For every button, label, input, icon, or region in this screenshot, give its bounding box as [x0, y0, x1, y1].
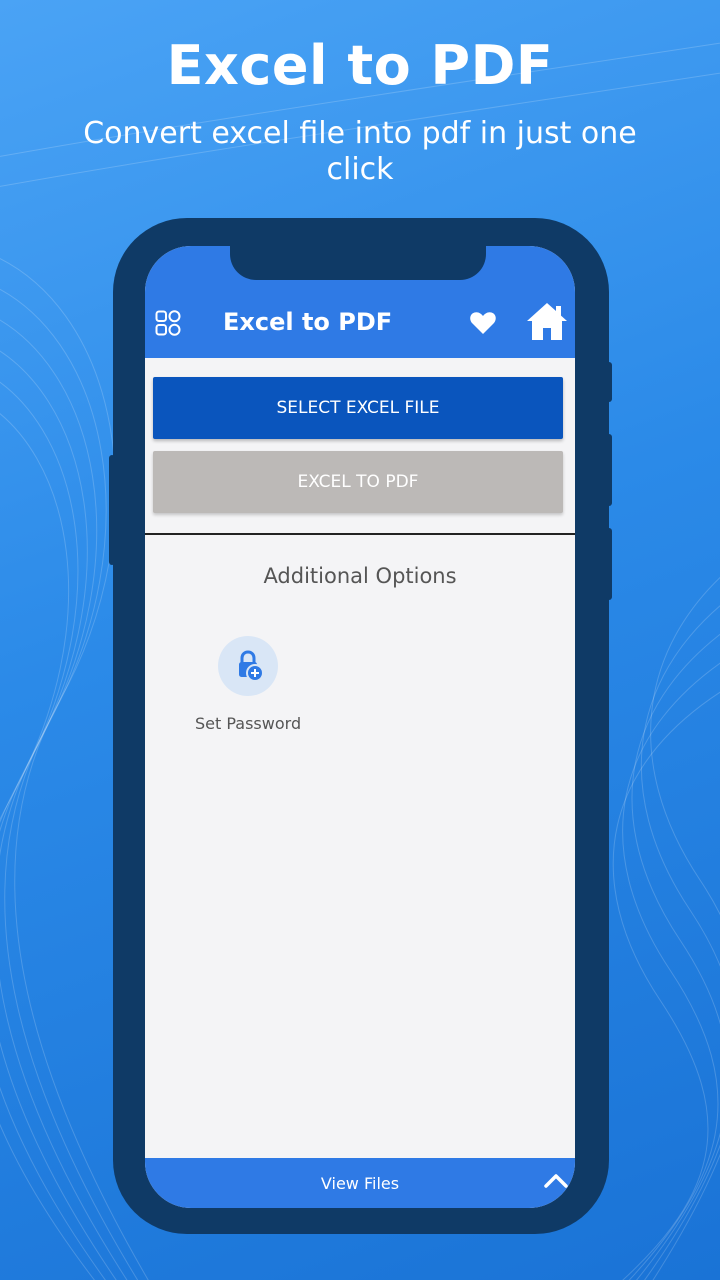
set-password-icon-circle[interactable] [218, 636, 278, 696]
phone-side-button-right-2 [606, 434, 612, 506]
home-icon[interactable] [525, 300, 569, 342]
grid-menu-icon[interactable] [155, 310, 181, 336]
chevron-up-icon[interactable] [543, 1171, 569, 1194]
promo-subline: Convert excel file into pdf in just one … [83, 116, 637, 187]
phone-notch [230, 240, 486, 280]
section-divider [145, 533, 575, 535]
view-files-label: View Files [320, 1173, 400, 1193]
additional-options-title: Additional Options [263, 564, 457, 588]
set-password-label: Set Password [195, 714, 302, 733]
heart-icon[interactable] [469, 310, 497, 336]
app-title: Excel to PDF [223, 308, 393, 336]
phone-side-button-left [109, 455, 115, 565]
excel-to-pdf-button[interactable]: EXCEL TO PDF [153, 451, 563, 513]
phone-side-button-right-3 [606, 528, 612, 600]
view-files-bar[interactable]: View Files [145, 1158, 575, 1208]
lock-add-icon [239, 650, 264, 682]
phone-side-button-right-1 [606, 362, 612, 402]
set-password-option[interactable]: Set Password [195, 636, 301, 733]
promo-headline: Excel to PDF [166, 34, 554, 97]
select-excel-file-button[interactable]: SELECT EXCEL FILE [153, 377, 563, 439]
phone-screen: Excel to PDF SELECT EXCEL FILE EXCEL TO … [145, 246, 575, 1208]
